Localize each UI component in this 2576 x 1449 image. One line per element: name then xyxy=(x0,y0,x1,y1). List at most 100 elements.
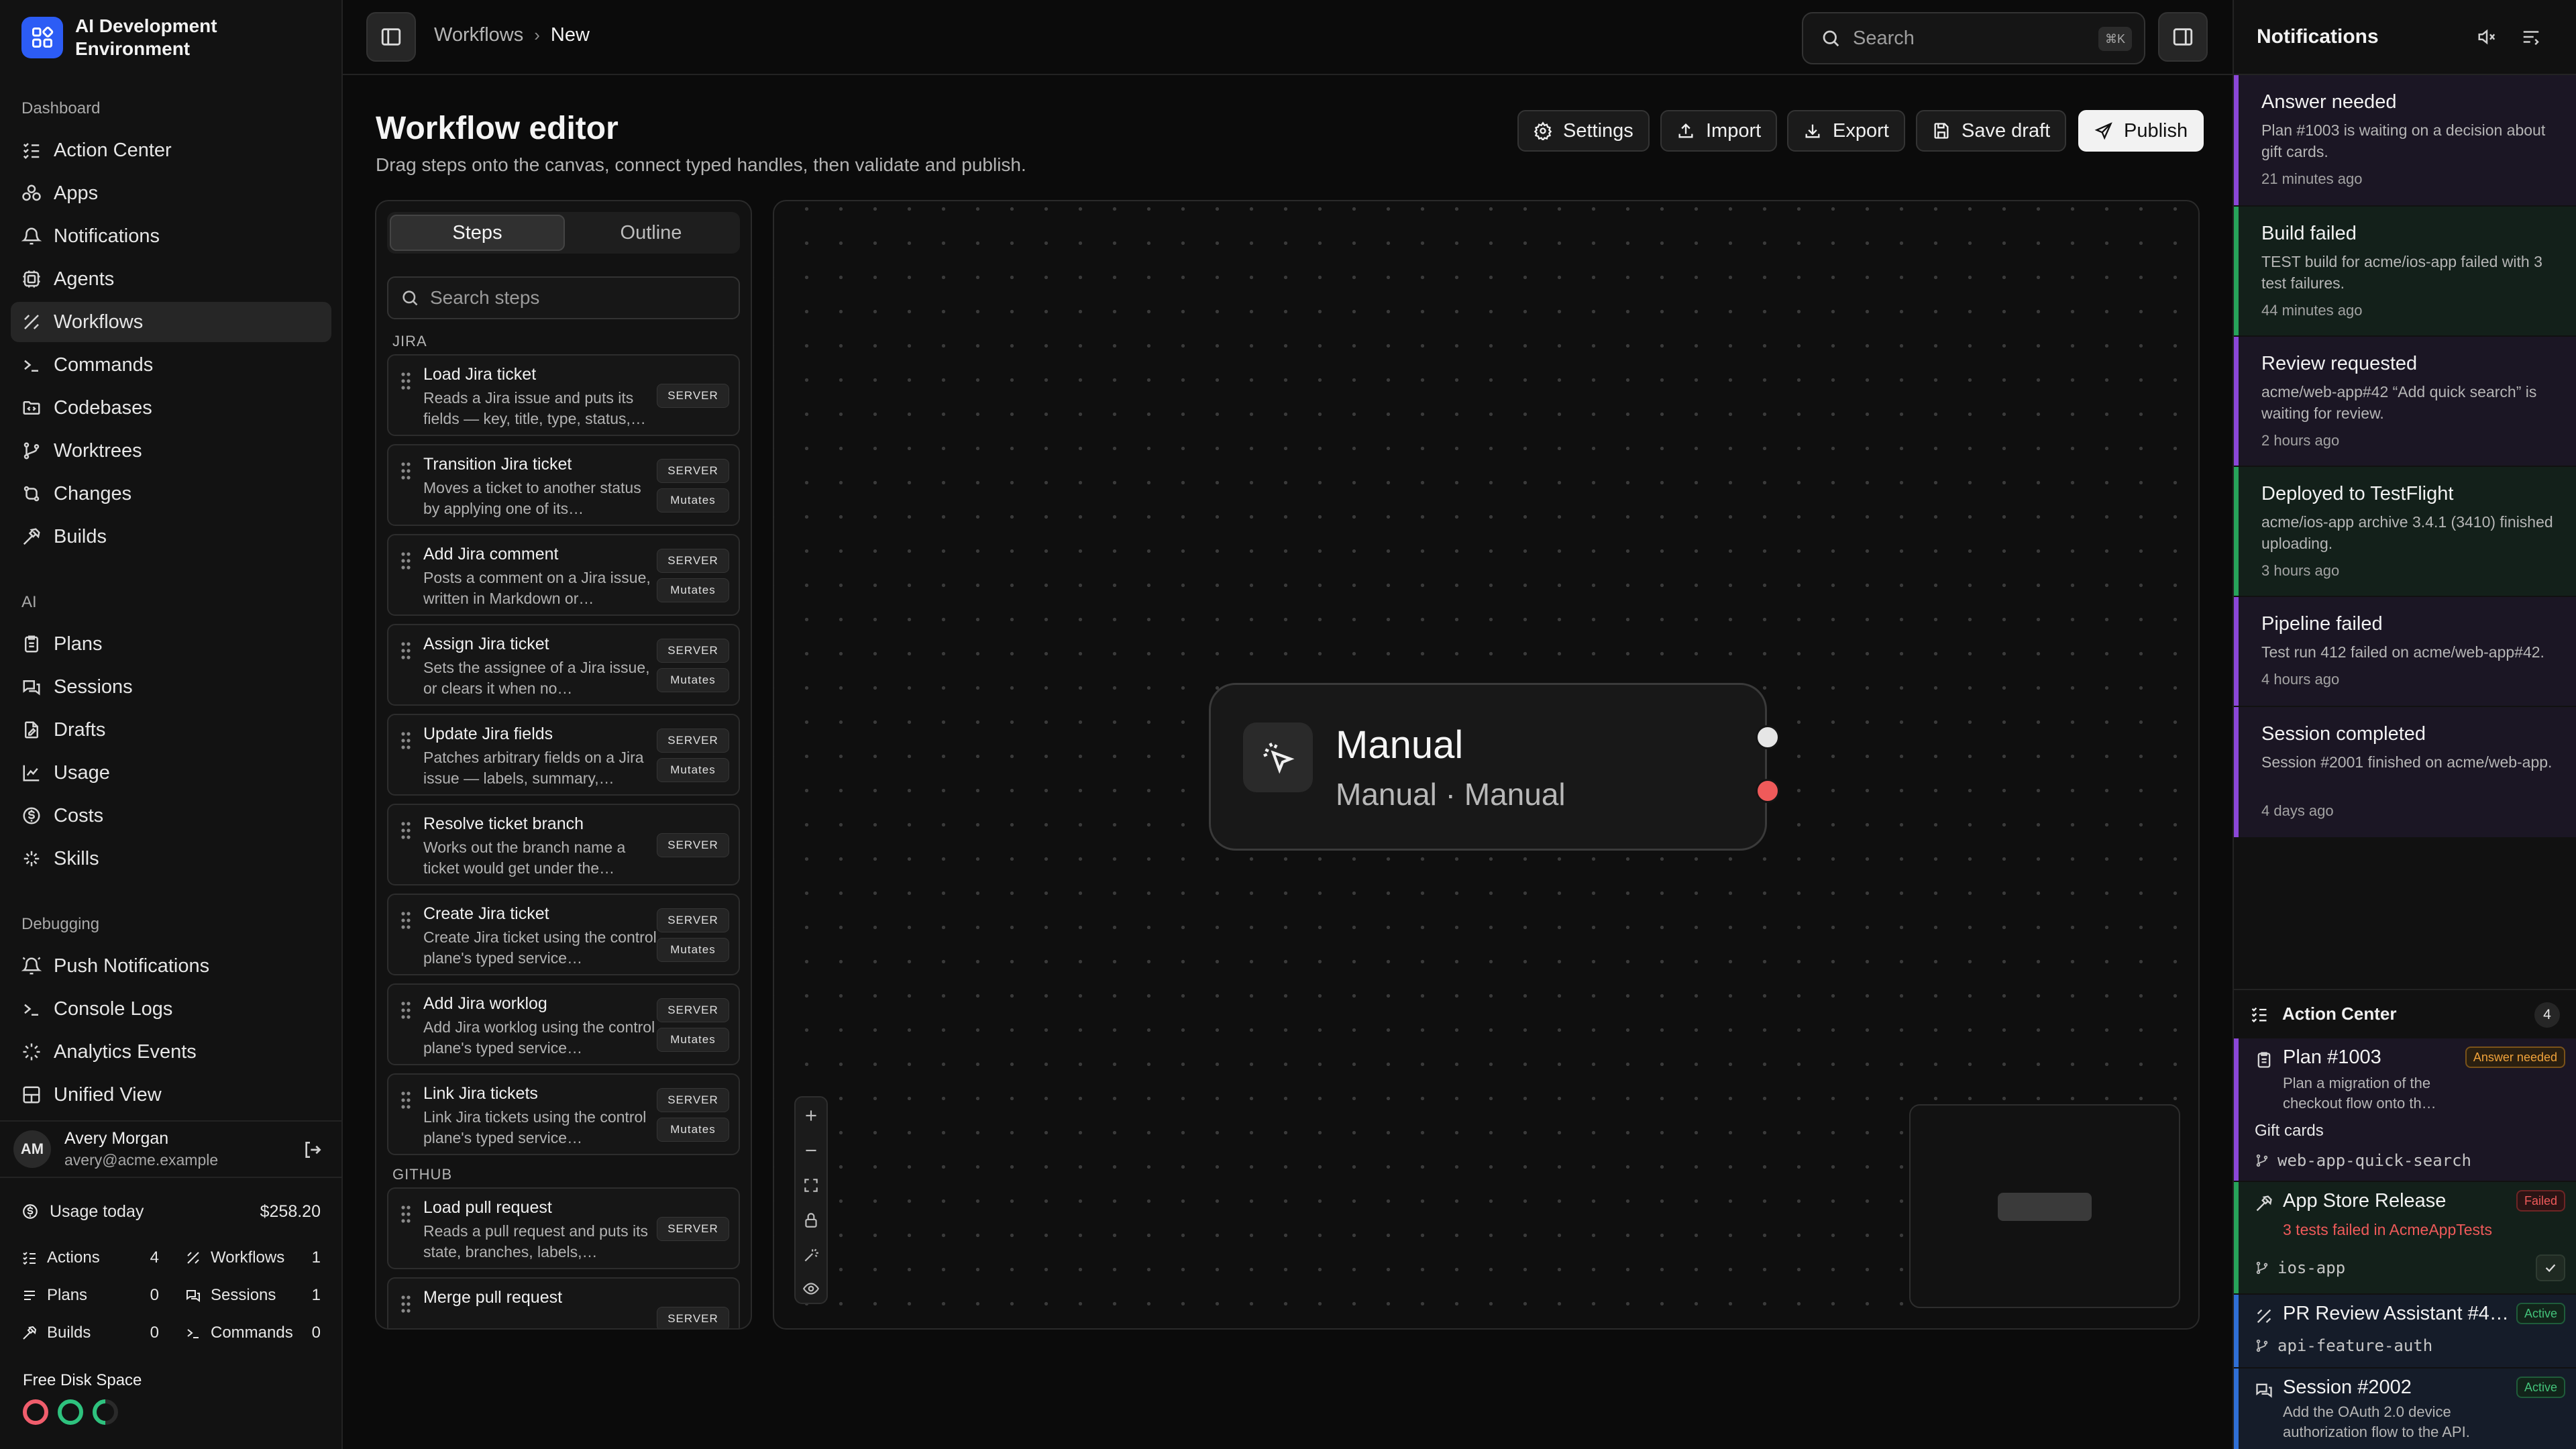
stat-workflows[interactable]: Workflows 1 xyxy=(185,1244,321,1271)
stat-commands[interactable]: Commands 0 xyxy=(185,1320,321,1346)
logout-icon[interactable] xyxy=(302,1139,323,1161)
sidebar-item-plans[interactable]: Plans xyxy=(11,624,331,664)
git-branch-icon xyxy=(21,441,42,461)
drag-handle-icon[interactable] xyxy=(400,551,411,570)
sidebar-item-worktrees[interactable]: Worktrees xyxy=(11,431,331,471)
sidebar-item-unified-view[interactable]: Unified View xyxy=(11,1075,331,1115)
divider xyxy=(0,1120,343,1122)
settings-button[interactable]: Settings xyxy=(1517,110,1650,152)
notification-item[interactable]: Build failed TEST build for acme/ios-app … xyxy=(2234,207,2576,335)
search-input[interactable]: Search ⌘K xyxy=(1802,12,2145,64)
user-profile[interactable]: AM Avery Morgan avery@acme.example xyxy=(11,1126,331,1173)
output-handle-error[interactable] xyxy=(1756,779,1780,803)
breadcrumb-workflows[interactable]: Workflows xyxy=(434,24,523,46)
lock-button[interactable] xyxy=(796,1205,826,1236)
step-card[interactable]: Assign Jira ticket Sets the assignee of a… xyxy=(387,624,740,706)
drag-handle-icon[interactable] xyxy=(400,372,411,390)
import-button[interactable]: Import xyxy=(1660,110,1778,152)
stat-plans[interactable]: Plans 0 xyxy=(21,1282,159,1309)
sidebar-item-costs[interactable]: Costs xyxy=(11,796,331,836)
step-card[interactable]: Merge pull request SERVER xyxy=(387,1277,740,1328)
step-card[interactable]: Create Jira ticket Create Jira ticket usi… xyxy=(387,894,740,975)
step-card[interactable]: Load pull request Reads a pull request an… xyxy=(387,1187,740,1269)
drag-handle-icon[interactable] xyxy=(400,641,411,660)
sidebar-item-action-center[interactable]: Action Center xyxy=(11,130,331,170)
output-handle-success[interactable] xyxy=(1756,725,1780,749)
brand[interactable]: AI Development Environment xyxy=(21,15,276,60)
notification-item[interactable]: Pipeline failed Test run 412 failed on ac… xyxy=(2234,597,2576,706)
status-badge: Answer needed xyxy=(2465,1046,2565,1068)
drag-handle-icon[interactable] xyxy=(400,1295,411,1313)
sidebar-item-analytics-events[interactable]: Analytics Events xyxy=(11,1032,331,1072)
save-draft-label: Save draft xyxy=(1962,119,2051,142)
sidebar-item-skills[interactable]: Skills xyxy=(11,839,331,879)
notification-item[interactable]: Review requested acme/web-app#42 “Add qui… xyxy=(2234,337,2576,466)
lock-icon xyxy=(802,1212,820,1229)
minimap[interactable] xyxy=(1909,1104,2180,1308)
sidebar-item-commands[interactable]: Commands xyxy=(11,345,331,385)
action-center-header[interactable]: Action Center xyxy=(2250,1004,2396,1024)
tab-steps[interactable]: Steps xyxy=(390,215,565,251)
sidebar-item-agents[interactable]: Agents xyxy=(11,259,331,299)
sidebar-item-builds[interactable]: Builds xyxy=(11,517,331,557)
toggle-sidebar-button[interactable] xyxy=(366,12,416,62)
stat-actions[interactable]: Actions 4 xyxy=(21,1244,159,1271)
step-title: Resolve ticket branch xyxy=(423,814,584,833)
sidebar-item-usage[interactable]: Usage xyxy=(11,753,331,793)
action-center-item[interactable]: App Store Release Failed 3 tests failed in… xyxy=(2234,1182,2576,1293)
save-draft-button[interactable]: Save draft xyxy=(1916,110,2067,152)
sidebar-item-drafts[interactable]: Drafts xyxy=(11,710,331,750)
auto-layout-button[interactable] xyxy=(796,1240,826,1271)
zoom-in-button[interactable] xyxy=(796,1100,826,1131)
sidebar-item-sessions[interactable]: Sessions xyxy=(11,667,331,707)
chat-icon xyxy=(185,1287,201,1303)
drag-handle-icon[interactable] xyxy=(400,1001,411,1020)
drag-handle-icon[interactable] xyxy=(400,731,411,750)
action-center-item[interactable]: PR Review Assistant #4… Active api-feature… xyxy=(2234,1295,2576,1367)
sidebar-item-changes[interactable]: Changes xyxy=(11,474,331,514)
drag-handle-icon[interactable] xyxy=(400,821,411,840)
action-center-item[interactable]: Plan #1003 Answer needed Plan a migration … xyxy=(2234,1038,2576,1181)
mute-icon[interactable] xyxy=(2477,27,2497,47)
publish-button[interactable]: Publish xyxy=(2078,110,2204,152)
tab-outline[interactable]: Outline xyxy=(565,215,737,251)
step-card[interactable]: Load Jira ticket Reads a Jira issue and p… xyxy=(387,354,740,436)
notification-item[interactable]: Answer needed Plan #1003 is waiting on a … xyxy=(2234,75,2576,205)
action-center-item[interactable]: Session #2002 Active Add the OAuth 2.0 dev… xyxy=(2234,1368,2576,1449)
status-badge: Failed xyxy=(2516,1190,2565,1212)
notification-item[interactable]: Deployed to TestFlight acme/ios-app archi… xyxy=(2234,467,2576,596)
export-button[interactable]: Export xyxy=(1787,110,1905,152)
sidebar-item-push-notifications[interactable]: Push Notifications xyxy=(11,946,331,986)
app-title: AI Development Environment xyxy=(75,15,217,59)
sidebar-item-codebases[interactable]: Codebases xyxy=(11,388,331,428)
step-card[interactable]: Add Jira worklog Add Jira worklog using t… xyxy=(387,983,740,1065)
step-card[interactable]: Update Jira fields Patches arbitrary fiel… xyxy=(387,714,740,796)
disk-space-rings[interactable] xyxy=(21,1398,119,1426)
notification-title: Session completed xyxy=(2261,723,2426,745)
drag-handle-icon[interactable] xyxy=(400,911,411,930)
stat-sessions[interactable]: Sessions 1 xyxy=(185,1282,321,1309)
usage-today[interactable]: Usage today $258.20 xyxy=(21,1198,321,1225)
step-card[interactable]: Transition Jira ticket Moves a ticket to … xyxy=(387,444,740,526)
step-card[interactable]: Link Jira tickets Link Jira tickets using… xyxy=(387,1073,740,1155)
toggle-right-panel-button[interactable] xyxy=(2158,12,2208,62)
zoom-out-button[interactable] xyxy=(796,1135,826,1166)
notification-item[interactable]: Session completed Session #2001 finished … xyxy=(2234,707,2576,837)
fit-view-button[interactable] xyxy=(796,1170,826,1201)
step-card[interactable]: Add Jira comment Posts a comment on a Jir… xyxy=(387,534,740,616)
sidebar-item-apps[interactable]: Apps xyxy=(11,173,331,213)
filter-list-icon[interactable] xyxy=(2521,27,2541,47)
approve-button[interactable] xyxy=(2536,1254,2565,1281)
sidebar-item-console-logs[interactable]: Console Logs xyxy=(11,989,331,1029)
drag-handle-icon[interactable] xyxy=(400,1091,411,1110)
steps-search-input[interactable]: Search steps xyxy=(387,276,740,319)
stat-builds[interactable]: Builds 0 xyxy=(21,1320,159,1346)
workflow-node-manual[interactable]: Manual Manual · Manual xyxy=(1209,683,1780,851)
step-card[interactable]: Resolve ticket branch Works out the branc… xyxy=(387,804,740,885)
workflow-canvas[interactable]: Manual Manual · Manual xyxy=(773,200,2200,1330)
sidebar-item-workflows[interactable]: Workflows xyxy=(11,302,331,342)
drag-handle-icon[interactable] xyxy=(400,1205,411,1224)
toggle-visibility-button[interactable] xyxy=(796,1273,826,1304)
sidebar-item-notifications[interactable]: Notifications xyxy=(11,216,331,256)
drag-handle-icon[interactable] xyxy=(400,462,411,480)
